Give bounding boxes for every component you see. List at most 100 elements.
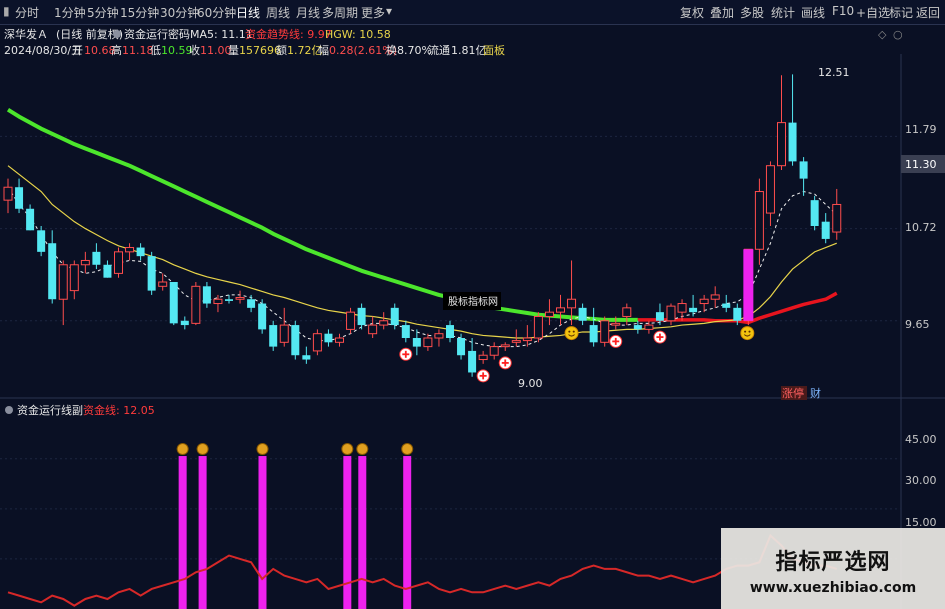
candle-body — [666, 305, 676, 322]
diamond-icon[interactable]: ◇ — [878, 28, 887, 41]
btn-f10[interactable]: F10 — [832, 4, 854, 18]
turnover-value: 8.70% — [397, 44, 432, 57]
btn-huaxian[interactable]: 画线 — [801, 4, 825, 21]
candle-body — [722, 303, 731, 308]
limit-up-candle — [743, 249, 754, 321]
candle-body — [423, 337, 433, 348]
candle-body — [556, 307, 565, 313]
high-key: 高 — [111, 43, 122, 57]
candle-body — [788, 122, 797, 162]
candle-body — [733, 307, 742, 321]
tab-weekly[interactable]: 周线 — [266, 4, 290, 21]
high-price-annotation: 12.51 — [818, 66, 850, 79]
candle-body — [312, 333, 322, 352]
float-key: 流通 — [428, 43, 450, 57]
candle-body — [37, 230, 46, 252]
btn-tongji[interactable]: 统计 — [771, 4, 795, 21]
candle-body — [324, 333, 333, 343]
tab-multi-period[interactable]: 多周期 — [322, 4, 358, 21]
candle-body — [832, 203, 842, 233]
finance-badge[interactable]: 财 — [810, 386, 821, 400]
btn-duogu[interactable]: 多股 — [740, 4, 764, 21]
candle-body — [799, 161, 808, 179]
btn-diejia[interactable]: 叠加 — [710, 4, 734, 21]
candle-body — [180, 320, 189, 326]
smile-signal-icon — [740, 326, 755, 341]
candle-body — [69, 264, 79, 292]
more-dropdown-icon[interactable]: ▾ — [386, 4, 392, 18]
kline-chart[interactable]: 深华发Ａ (日线 前复权) 资金运行密码 MA5: 11.11 资金趋势线: 9… — [0, 24, 945, 609]
candle-body — [80, 259, 90, 266]
candle-body — [677, 303, 687, 313]
sub-indicator-settings-icon[interactable] — [5, 406, 13, 414]
indicator-settings-icon[interactable] — [113, 30, 121, 38]
candle-body — [401, 325, 410, 338]
candle-body — [622, 307, 632, 317]
tab-fenshi[interactable]: 分时 — [15, 4, 39, 21]
candle-body — [446, 325, 454, 338]
candle-body — [15, 187, 24, 209]
circle-icon[interactable]: ○ — [893, 28, 903, 41]
btn-fuquan[interactable]: 复权 — [680, 4, 704, 21]
candle-body — [777, 122, 786, 167]
sub-tick-2: 30.00 — [905, 474, 937, 487]
tab-more[interactable]: 更多 — [361, 4, 385, 21]
candle-body — [457, 338, 466, 356]
close-value: 11.00 — [200, 44, 232, 57]
trend-line-green — [6, 107, 638, 322]
volume-value: 157696 — [239, 44, 281, 57]
candle-body — [478, 354, 488, 361]
tab-1min[interactable]: 1分钟 — [54, 4, 86, 21]
candle-body — [500, 344, 510, 348]
price-tick-2: 10.72 — [905, 221, 937, 234]
tab-monthly[interactable]: 月线 — [296, 4, 320, 21]
funds-signal-bar — [403, 456, 412, 609]
tab-30min[interactable]: 30分钟 — [160, 4, 199, 21]
funds-signal-bar — [178, 456, 187, 609]
tab-daily[interactable]: 日线 — [236, 4, 260, 21]
btn-zixuan[interactable]: +自选 — [856, 4, 890, 21]
candle-body — [754, 191, 764, 250]
candle-body — [633, 325, 642, 330]
tab-5min[interactable]: 5分钟 — [87, 4, 119, 21]
candle-body — [258, 303, 267, 330]
top-toolbar: ▮ 分时 1分钟 5分钟 15分钟 30分钟 60分钟 日线 周线 月线 多周期… — [0, 0, 945, 25]
candle-body — [511, 340, 521, 343]
current-price: 11.30 — [905, 158, 937, 171]
candle-body — [235, 297, 245, 300]
money-bag-icon — [196, 443, 209, 456]
volume-key: 量 — [228, 44, 239, 57]
candle-body — [247, 299, 256, 308]
panel-link[interactable]: 面板 — [483, 43, 505, 57]
smile-eye — [572, 330, 575, 333]
candle-body — [92, 251, 101, 265]
stock-name: 深华发Ａ — [4, 27, 48, 41]
btn-biaoji[interactable]: 标记 — [889, 4, 913, 21]
candle-body — [279, 324, 289, 343]
amount-key: 额 — [276, 44, 287, 57]
candle-body — [567, 298, 577, 309]
candle-body — [136, 247, 145, 257]
btn-fanhui[interactable]: 返回 — [916, 4, 940, 21]
trend-label: 资金趋势线: 9.97 — [245, 27, 332, 41]
change-key: 幅 — [318, 44, 329, 57]
candle-body — [655, 312, 664, 321]
main-plot — [0, 74, 901, 383]
sub-indicator-name: 资金运行线副 — [17, 403, 83, 417]
candle-body — [390, 307, 399, 326]
toolbar-arrow-icon[interactable]: ▮ — [3, 4, 10, 18]
candle-body — [103, 264, 112, 278]
open-key: 开 — [72, 44, 83, 57]
price-tick-1: 11.79 — [905, 123, 937, 136]
candle-body — [213, 298, 223, 305]
candle-body — [291, 325, 300, 356]
candle-body — [589, 325, 598, 343]
low-value: 10.59 — [161, 44, 193, 57]
candle-body — [335, 337, 344, 343]
candle-body — [644, 324, 654, 330]
high-value: 11.18 — [122, 44, 154, 57]
tab-60min[interactable]: 60分钟 — [197, 4, 236, 21]
sub-tick-1: 45.00 — [905, 433, 937, 446]
candle-body — [821, 221, 830, 239]
tab-15min[interactable]: 15分钟 — [120, 4, 159, 21]
